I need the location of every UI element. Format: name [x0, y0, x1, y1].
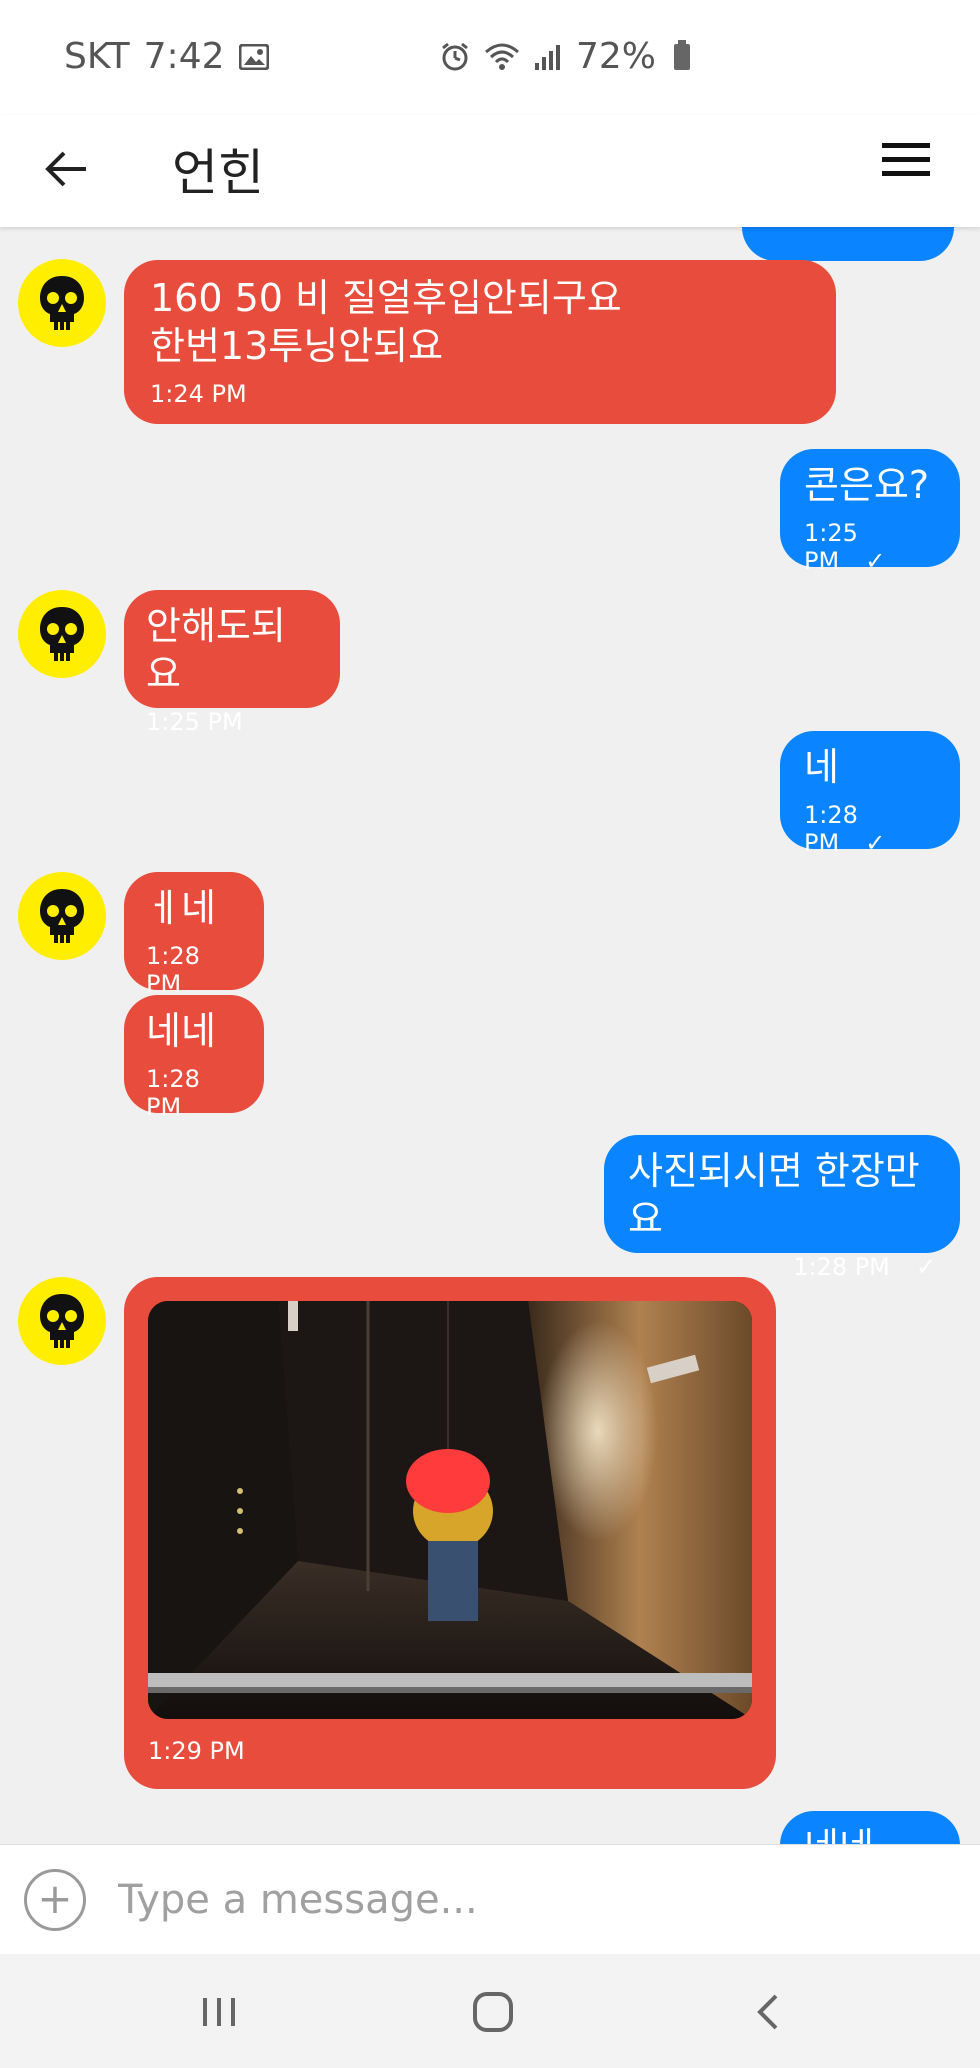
status-right: 72% — [440, 36, 691, 77]
read-check-icon: ✓ — [865, 829, 886, 857]
back-nav-button[interactable] — [732, 1982, 802, 2042]
message-text: 사진되시면 한장만요 — [628, 1149, 920, 1241]
battery-percent: 72% — [576, 36, 657, 77]
read-check-icon: ✓ — [915, 1253, 936, 1281]
avatar[interactable] — [18, 590, 106, 678]
message-bubble-incoming[interactable]: ㅔ네 1:28 PM — [124, 872, 264, 998]
message-text: 네네 — [146, 1009, 216, 1053]
carrier-label: SKT — [64, 36, 130, 77]
avatar[interactable] — [18, 1277, 106, 1365]
avatar[interactable] — [18, 872, 106, 960]
message-bubble-incoming[interactable]: 안해도되요 1:25 PM — [124, 590, 340, 736]
image-icon — [238, 43, 269, 70]
signal-icon — [535, 44, 560, 70]
skull-icon — [40, 889, 84, 943]
alarm-icon — [442, 42, 468, 70]
message-input-bar: + — [0, 1844, 980, 1954]
message-time: 1:29 PM — [148, 1737, 245, 1765]
photo-attachment[interactable] — [148, 1301, 752, 1719]
photo-image — [148, 1301, 752, 1719]
message-text: 안해도되요 — [146, 604, 286, 696]
message-bubble-outgoing[interactable]: 콘은요? 1:25 PM ✓ — [780, 449, 960, 575]
message-bubble-image[interactable]: 1:29 PM — [124, 1277, 776, 1789]
wifi-icon — [485, 43, 519, 70]
message-bubble-outgoing[interactable]: 네네 — [780, 1811, 960, 1844]
add-icon: + — [37, 1874, 73, 1923]
menu-button[interactable] — [878, 137, 944, 203]
read-check-icon: ✓ — [865, 547, 886, 575]
nav-back-icon — [757, 1994, 778, 2030]
message-text: 콘은요? — [804, 463, 930, 507]
message-bubble-incoming[interactable]: 160 50 비 질얼후입안되구요 한번13투닝안되요 1:24 PM — [124, 260, 836, 424]
message-bubble-outgoing[interactable] — [742, 227, 954, 261]
home-button[interactable] — [458, 1982, 528, 2042]
message-time-row: 1:25 PM ✓ — [804, 519, 936, 575]
message-text: 네네 — [804, 1823, 936, 1844]
skull-icon — [40, 276, 84, 330]
message-input[interactable] — [118, 1867, 938, 1933]
status-bar: SKT 7:42 72% — [0, 0, 980, 115]
message-time: 1:25 PM — [804, 519, 858, 575]
recents-button[interactable] — [184, 1982, 254, 2042]
system-nav-bar — [0, 1954, 980, 2068]
message-text: 160 50 비 질얼후입안되구요 한번13투닝안되요 — [150, 276, 622, 368]
add-attachment-button[interactable]: + — [24, 1869, 86, 1931]
recents-icon — [203, 1998, 235, 2026]
battery-icon — [674, 39, 691, 70]
chat-area[interactable]: 160 50 비 질얼후입안되구요 한번13투닝안되요 1:24 PM 콘은요?… — [0, 227, 980, 1844]
back-button[interactable] — [36, 139, 96, 199]
home-icon — [473, 1992, 513, 2032]
avatar[interactable] — [18, 259, 106, 347]
skull-icon — [40, 607, 84, 661]
back-arrow-icon — [45, 151, 86, 187]
clock: 7:42 — [143, 36, 225, 77]
message-time: 1:28 PM — [146, 942, 200, 998]
skull-icon — [40, 1294, 84, 1348]
message-text: 네 — [804, 745, 839, 789]
message-time: 1:28 PM — [146, 1065, 200, 1121]
message-time: 1:24 PM — [150, 380, 247, 408]
message-time: 1:28 PM — [804, 801, 858, 857]
message-time-row: 1:28 PM ✓ — [804, 801, 936, 857]
chat-title: 언힌 — [172, 144, 264, 202]
message-bubble-incoming[interactable]: 네네 1:28 PM — [124, 995, 264, 1121]
hamburger-menu-icon — [882, 143, 930, 176]
app-bar: 언힌 — [0, 115, 980, 227]
status-left: SKT 7:42 — [64, 36, 269, 77]
message-time: 1:25 PM — [146, 708, 243, 736]
message-bubble-outgoing[interactable]: 사진되시면 한장만요 1:28 PM ✓ — [604, 1135, 960, 1281]
message-bubble-outgoing[interactable]: 네 1:28 PM ✓ — [780, 731, 960, 857]
message-text: ㅔ네 — [146, 886, 216, 930]
message-time: 1:28 PM — [793, 1253, 890, 1281]
